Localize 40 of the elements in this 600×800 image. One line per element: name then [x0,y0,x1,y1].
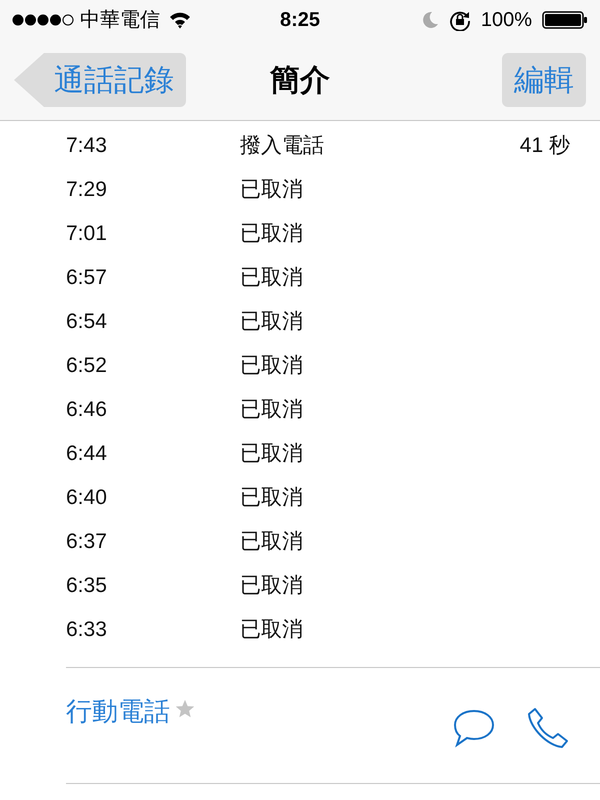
call-time: 6:35 [66,573,108,600]
call-type: 已取消 [240,221,303,248]
call-type: 已取消 [240,485,303,512]
moon-icon [420,11,439,29]
battery-icon [542,11,588,29]
back-button[interactable]: 通話記錄 [14,53,186,107]
carrier-name: 中華電信 [80,8,160,33]
phone-label: 行動電話 [66,695,170,728]
call-type: 已取消 [240,265,303,292]
call-type: 已取消 [240,617,303,644]
call-type: 已取消 [240,529,303,556]
edit-button[interactable]: 編輯 [502,53,586,107]
star-icon[interactable] [174,698,196,720]
call-time: 6:44 [66,441,108,468]
call-type: 已取消 [240,309,303,336]
call-duration: 41 秒 [520,133,570,160]
call-time: 7:43 [66,133,108,160]
call-time: 6:46 [66,397,108,424]
call-type: 已取消 [240,397,303,424]
call-time: 6:33 [66,617,108,644]
call-type: 已取消 [240,177,303,204]
call-time: 6:37 [66,529,108,556]
rotation-lock-icon [448,9,471,31]
call-type: 已取消 [240,573,303,600]
call-time: 7:01 [66,221,108,248]
call-type: 撥入電話 [240,133,324,160]
call-time: 6:52 [66,353,108,380]
call-time: 6:40 [66,485,108,512]
message-icon[interactable] [452,708,496,748]
call-type: 已取消 [240,441,303,468]
signal-icon [12,14,74,26]
call-time: 6:54 [66,309,108,336]
call-type: 已取消 [240,353,303,380]
call-time: 7:29 [66,177,108,204]
page-title: 簡介 [270,62,330,98]
battery-percent: 100% [480,8,532,33]
call-time: 6:57 [66,265,108,292]
clock-time: 8:25 [280,8,320,33]
wifi-icon [168,11,192,29]
phone-icon[interactable] [526,706,570,750]
